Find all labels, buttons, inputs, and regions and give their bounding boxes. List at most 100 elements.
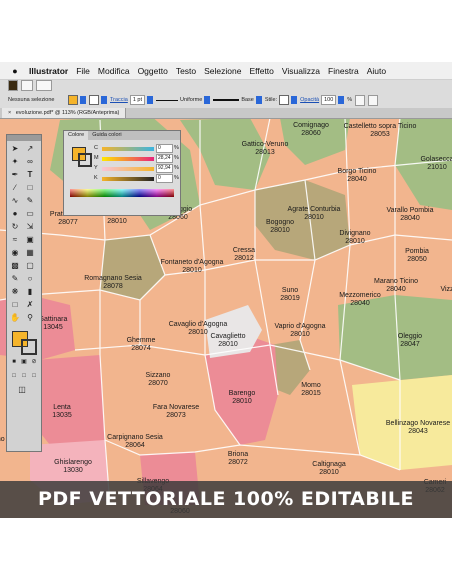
postal-code-label: 28064: [125, 442, 145, 449]
black-slider[interactable]: [102, 177, 154, 181]
cyan-channel[interactable]: C 0 %: [94, 144, 179, 153]
warp-tool-icon[interactable]: ≈: [10, 235, 20, 245]
control-bar: Nessuna selezione Traccia 1 pt Uniforme …: [0, 80, 452, 109]
perspective-grid-tool-icon[interactable]: ▦: [25, 248, 35, 258]
zoom-tool-icon[interactable]: ⚲: [25, 313, 35, 323]
type-tool-icon[interactable]: T: [25, 170, 35, 180]
postal-code-label: 28040: [350, 300, 370, 307]
color-mode-icon[interactable]: ■: [9, 357, 19, 367]
arrange-documents-icon[interactable]: [36, 80, 52, 91]
town-name-label: Marano Ticino: [374, 278, 418, 285]
scale-tool-icon[interactable]: ⇲: [25, 222, 35, 232]
line-tool-icon[interactable]: ∕: [10, 183, 20, 193]
channel-name: K: [94, 175, 98, 181]
options-row: Nessuna selezione Traccia 1 pt Uniforme …: [0, 93, 452, 107]
blend-tool-icon[interactable]: ○: [25, 274, 35, 284]
screen-mode-icon[interactable]: ◫: [17, 385, 27, 395]
recolor-artwork-icon[interactable]: [355, 94, 366, 106]
bridge-icon[interactable]: [21, 80, 33, 91]
cyan-value[interactable]: 0: [156, 144, 173, 153]
apple-icon[interactable]: ●: [9, 66, 21, 76]
stroke-swatch[interactable]: [21, 339, 37, 355]
none-mode-icon[interactable]: ⊘: [29, 357, 39, 367]
blob-brush-tool-icon[interactable]: ●: [10, 209, 20, 219]
close-icon[interactable]: ×: [8, 110, 11, 116]
lasso-tool-icon[interactable]: ∞: [25, 157, 35, 167]
stroke-weight-field[interactable]: 1 pt: [129, 95, 146, 105]
stroke-weight-dropdown[interactable]: [147, 96, 154, 104]
postal-code-label: 28074: [131, 345, 151, 352]
draw-behind-icon[interactable]: □: [19, 371, 29, 381]
rotate-tool-icon[interactable]: ↻: [10, 222, 20, 232]
menu-modifica[interactable]: Modifica: [98, 66, 130, 76]
free-transform-tool-icon[interactable]: ▣: [25, 235, 35, 245]
black-channel[interactable]: K 0 %: [94, 174, 179, 183]
menu-effetto[interactable]: Effetto: [249, 66, 273, 76]
magic-wand-tool-icon[interactable]: ✦: [10, 157, 20, 167]
stroke-link[interactable]: Traccia: [110, 97, 128, 103]
color-panel-stroke-swatch[interactable]: [78, 153, 92, 167]
shape-builder-tool-icon[interactable]: ◉: [10, 248, 20, 258]
yellow-value[interactable]: 92,94: [156, 164, 173, 173]
direct-selection-tool-icon[interactable]: ↗: [25, 144, 35, 154]
mesh-tool-icon[interactable]: ▩: [10, 261, 20, 271]
yellow-channel[interactable]: Y 92,94 %: [94, 164, 179, 173]
draw-inside-icon[interactable]: □: [29, 371, 39, 381]
brush-dropdown[interactable]: [255, 96, 262, 104]
postal-code-label: 28072: [228, 459, 248, 466]
fill-color-swatch[interactable]: [68, 95, 78, 105]
stroke-dropdown[interactable]: [101, 96, 107, 104]
eraser-tool-icon[interactable]: ▭: [25, 209, 35, 219]
tools-panel-header[interactable]: [7, 135, 41, 141]
menu-visualizza[interactable]: Visualizza: [282, 66, 320, 76]
gradient-tool-icon[interactable]: ▢: [25, 261, 35, 271]
app-bar: [0, 80, 452, 91]
align-icon[interactable]: [368, 94, 379, 106]
magenta-slider[interactable]: [102, 157, 154, 161]
opacity-link[interactable]: Opacità: [300, 97, 319, 103]
menu-oggetto[interactable]: Oggetto: [138, 66, 168, 76]
black-value[interactable]: 0: [156, 174, 173, 183]
slice-tool-icon[interactable]: ✗: [25, 300, 35, 310]
menu-bar: ● Illustrator File Modifica Oggetto Test…: [0, 62, 452, 80]
hand-tool-icon[interactable]: ✋: [10, 313, 20, 323]
style-swatch[interactable]: [279, 95, 290, 105]
menu-file[interactable]: File: [76, 66, 90, 76]
pen-tool-icon[interactable]: ✒: [10, 170, 20, 180]
symbol-sprayer-tool-icon[interactable]: ❋: [10, 287, 20, 297]
menu-selezione[interactable]: Selezione: [204, 66, 241, 76]
postal-code-label: 28040: [400, 215, 420, 222]
pencil-tool-icon[interactable]: ✎: [25, 196, 35, 206]
menu-testo[interactable]: Testo: [176, 66, 196, 76]
variable-width-line: [156, 99, 179, 101]
app-name[interactable]: Illustrator: [29, 66, 68, 76]
rectangle-tool-icon[interactable]: □: [25, 183, 35, 193]
paintbrush-tool-icon[interactable]: ∿: [10, 196, 20, 206]
selection-tool-icon[interactable]: ➤: [10, 144, 20, 154]
menu-aiuto[interactable]: Aiuto: [367, 66, 386, 76]
opacity-field[interactable]: 100: [321, 95, 337, 105]
document-tab[interactable]: × evoluzione.pdf* @ 113% (RGB/Anteprima): [2, 108, 127, 118]
cyan-slider[interactable]: [102, 147, 154, 151]
opacity-dropdown[interactable]: [338, 96, 345, 104]
document-title: evoluzione.pdf* @ 113% (RGB/Anteprima): [15, 110, 120, 116]
channel-name: Y: [94, 165, 98, 171]
yellow-slider[interactable]: [102, 167, 154, 171]
tab-color-guide[interactable]: Guida colori: [88, 131, 125, 140]
stroke-color-swatch[interactable]: [89, 95, 99, 105]
profile-dropdown[interactable]: [204, 96, 211, 104]
magenta-value[interactable]: 28,24: [156, 154, 173, 163]
menu-finestra[interactable]: Finestra: [328, 66, 359, 76]
tab-color[interactable]: Colore: [64, 131, 89, 140]
town-name-label: Barengo: [229, 390, 256, 397]
eyedropper-tool-icon[interactable]: ✎: [10, 274, 20, 284]
style-dropdown[interactable]: [291, 96, 298, 104]
gradient-mode-icon[interactable]: ▣: [19, 357, 29, 367]
fill-dropdown[interactable]: [80, 96, 86, 104]
column-graph-tool-icon[interactable]: ▮: [25, 287, 35, 297]
draw-normal-icon[interactable]: □: [9, 371, 19, 381]
magenta-channel[interactable]: M 28,24 %: [94, 154, 179, 163]
postal-code-label: 21010: [427, 164, 447, 171]
artboard-tool-icon[interactable]: □: [10, 300, 20, 310]
postal-code-label: 28053: [370, 131, 390, 138]
